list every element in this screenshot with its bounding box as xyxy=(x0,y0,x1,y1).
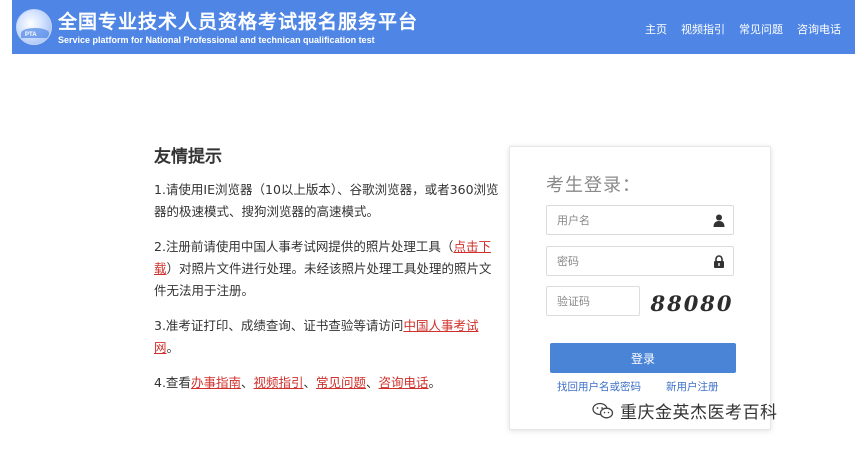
tip-photo-tool: 2.注册前请使用中国人事考试网提供的照片处理工具（点击下载）对照片文件进行处理。… xyxy=(154,236,500,302)
login-card: 考生登录： 88080 登录 找回用户名或密码 新用户注册 xyxy=(509,146,771,430)
platform-title-en: Service platform for National Profession… xyxy=(58,35,375,45)
watermark-text: 重庆金英杰医考百科 xyxy=(620,403,778,423)
password-field-wrapper xyxy=(546,246,734,276)
tip3-text-before: 3.准考证打印、成绩查询、证书查验等请访问 xyxy=(154,318,404,333)
nav-faq[interactable]: 常见问题 xyxy=(739,21,783,37)
captcha-image[interactable]: 88080 xyxy=(650,286,731,320)
username-input[interactable] xyxy=(547,206,733,234)
wechat-icon xyxy=(592,402,614,418)
tip4-text-before: 4.查看 xyxy=(154,375,191,390)
tips-title: 友情提示 xyxy=(154,147,222,167)
lock-icon xyxy=(714,255,724,268)
user-icon xyxy=(713,214,725,227)
new-user-register-link[interactable]: 新用户注册 xyxy=(666,379,719,394)
faq-link[interactable]: 常见问题 xyxy=(316,375,366,390)
captcha-field-wrapper xyxy=(546,286,640,316)
login-title: 考生登录： xyxy=(546,175,641,196)
platform-logo-icon[interactable]: PTA xyxy=(16,9,52,45)
password-input[interactable] xyxy=(547,247,733,275)
nav-video-guide[interactable]: 视频指引 xyxy=(681,21,725,37)
nav-home[interactable]: 主页 xyxy=(645,21,667,37)
guide-link[interactable]: 办事指南 xyxy=(191,375,241,390)
tip4-sep-1: 、 xyxy=(240,375,254,390)
tip4-sep-2: 、 xyxy=(303,375,316,390)
tip3-text-after: 。 xyxy=(166,340,180,355)
username-field-wrapper xyxy=(546,205,734,235)
tip2-text-before: 2.注册前请使用中国人事考试网提供的照片处理工具（ xyxy=(154,239,454,254)
tip4-text-after: 。 xyxy=(428,375,442,390)
nav-hotline[interactable]: 咨询电话 xyxy=(797,21,841,37)
captcha-input[interactable] xyxy=(547,287,639,315)
tip-exam-site: 3.准考证打印、成绩查询、证书查验等请访问中国人事考试网。 xyxy=(154,315,500,359)
login-button[interactable]: 登录 xyxy=(550,343,736,373)
hotline-link[interactable]: 咨询电话 xyxy=(379,375,429,390)
wechat-watermark: 重庆金英杰医考百科 xyxy=(592,398,778,423)
tip-browser: 1.请使用IE浏览器（10以上版本）、谷歌浏览器，或者360浏览器的极速模式、搜… xyxy=(154,179,500,223)
logo-text: PTA xyxy=(25,32,37,38)
video-guide-link[interactable]: 视频指引 xyxy=(253,375,303,390)
tip-help-links: 4.查看办事指南、视频指引、常见问题、咨询电话。 xyxy=(154,372,500,394)
friendly-tips: 友情提示 1.请使用IE浏览器（10以上版本）、谷歌浏览器，或者360浏览器的极… xyxy=(154,142,500,407)
header-nav: 主页 视频指引 常见问题 咨询电话 xyxy=(645,21,841,37)
top-header: PTA 全国专业技术人员资格考试报名服务平台 Service platform … xyxy=(12,0,855,54)
tip2-text-after: ）对照片文件进行处理。未经该照片处理工具处理的照片文件无法用于注册。 xyxy=(154,261,492,298)
platform-title-cn: 全国专业技术人员资格考试报名服务平台 xyxy=(58,11,419,33)
forgot-credentials-link[interactable]: 找回用户名或密码 xyxy=(557,379,641,394)
tip1-text: 1.请使用IE浏览器（10以上版本）、谷歌浏览器，或者360浏览器的极速模式、搜… xyxy=(154,182,499,219)
tip4-sep-3: 、 xyxy=(366,375,379,390)
